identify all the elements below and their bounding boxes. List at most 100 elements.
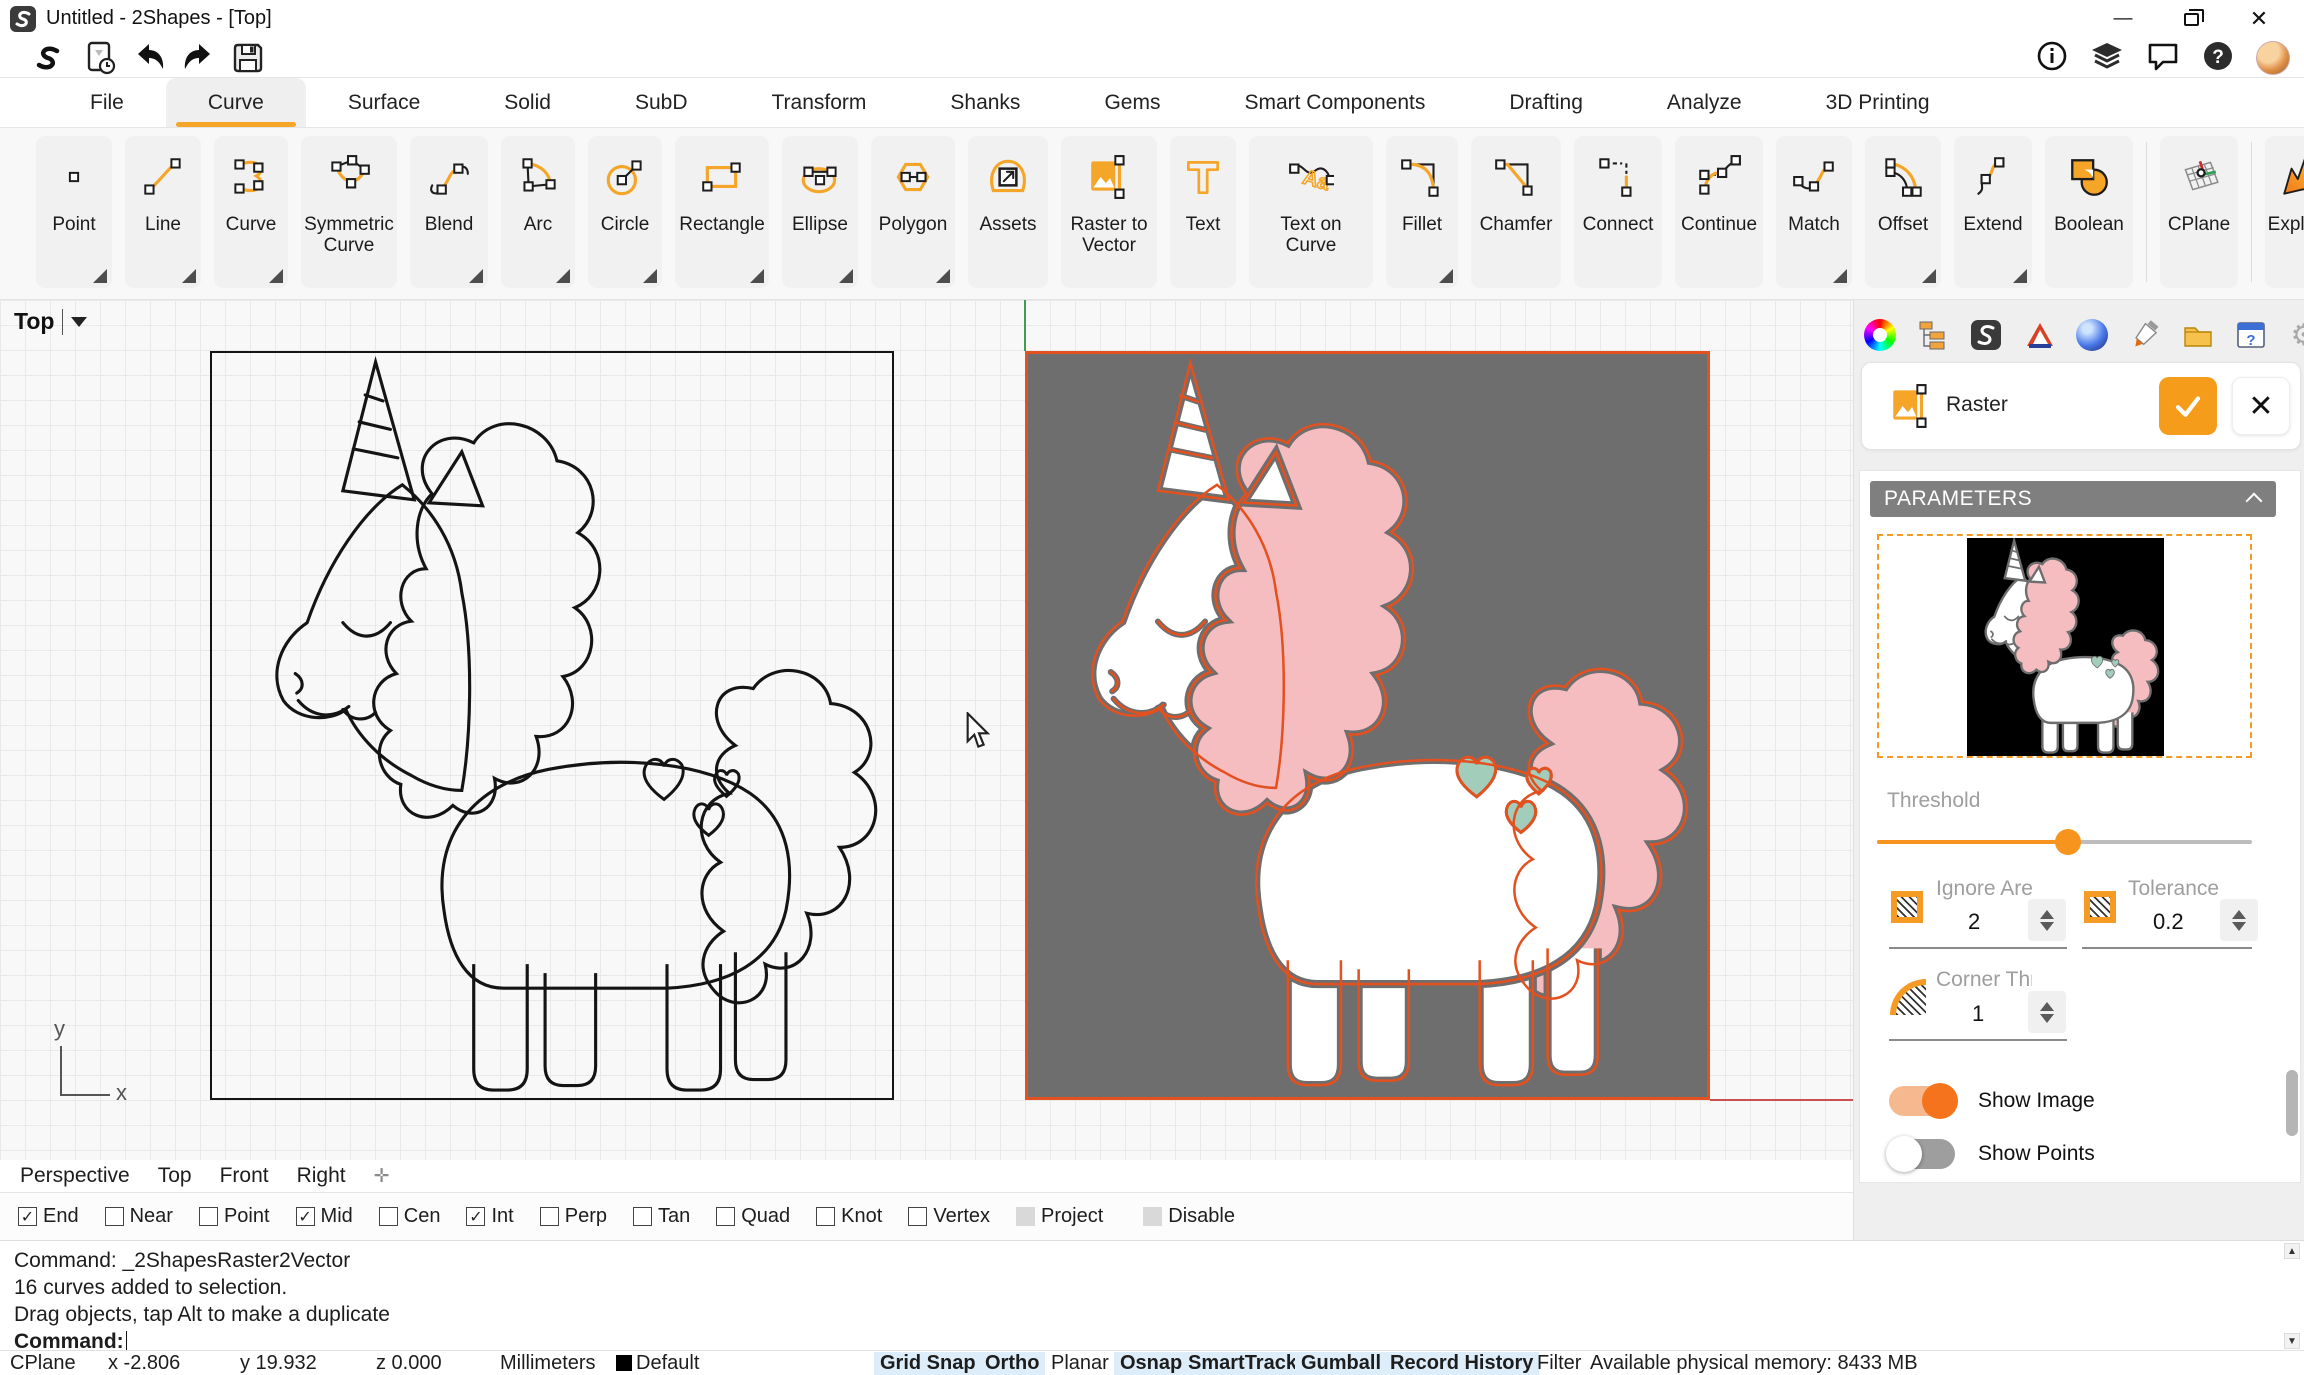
dropdown-corner[interactable] (269, 269, 283, 283)
toggle-knob[interactable] (1922, 1083, 1958, 1119)
checkbox[interactable] (466, 1207, 485, 1226)
tab-smart-components[interactable]: Smart Components (1202, 78, 1467, 127)
tab-solid[interactable]: Solid (462, 78, 593, 127)
redo-button[interactable] (178, 41, 218, 75)
help-tab[interactable]: ? (2233, 317, 2269, 353)
command-history[interactable]: Command: _2ShapesRaster2Vector 16 curves… (0, 1240, 2304, 1350)
checkbox[interactable] (716, 1207, 735, 1226)
explode-button[interactable]: Explode (2265, 136, 2304, 288)
pane-record-history[interactable]: Record History (1384, 1352, 1539, 1375)
raster-image-selected[interactable] (1025, 351, 1710, 1100)
step-down-icon[interactable] (2040, 1014, 2054, 1023)
panel-scrollbar[interactable] (2286, 472, 2298, 1182)
dropdown-corner[interactable] (556, 269, 570, 283)
toggle-knob[interactable] (1886, 1136, 1922, 1172)
point-button[interactable]: Point (36, 136, 112, 288)
image-preview-frame[interactable] (1877, 534, 2252, 758)
osnap-int[interactable]: Int (466, 1205, 513, 1228)
step-up-icon[interactable] (2232, 910, 2246, 919)
threshold-slider-knob[interactable] (2055, 829, 2081, 855)
step-down-icon[interactable] (2040, 922, 2054, 931)
pane-smarttrack[interactable]: SmartTrack (1182, 1352, 1303, 1375)
text-on-curve-button[interactable]: Aa Text on Curve (1249, 136, 1373, 288)
dropdown-corner[interactable] (182, 269, 196, 283)
match-button[interactable]: Match (1776, 136, 1852, 288)
cancel-button[interactable]: ✕ (2232, 377, 2290, 435)
tab-drafting[interactable]: Drafting (1467, 78, 1625, 127)
osnap-mid[interactable]: Mid (296, 1205, 353, 1228)
confirm-button[interactable] (2159, 377, 2217, 435)
undo-button[interactable] (130, 41, 170, 75)
scroll-up-icon[interactable]: ▲ (2284, 1243, 2300, 1259)
curve-button[interactable]: Curve (214, 136, 288, 288)
tab-analyze[interactable]: Analyze (1625, 78, 1784, 127)
checkbox[interactable] (540, 1207, 559, 1226)
ellipse-button[interactable]: Ellipse (782, 136, 858, 288)
extend-button[interactable]: Extend (1954, 136, 2032, 288)
viewport-dropdown-icon[interactable] (71, 317, 87, 327)
tab-shanks[interactable]: Shanks (908, 78, 1062, 127)
dropdown-corner[interactable] (2013, 269, 2027, 283)
status-layer[interactable]: Default (616, 1352, 699, 1375)
blend-button[interactable]: Blend (410, 136, 488, 288)
dropdown-corner[interactable] (750, 269, 764, 283)
checkbox[interactable] (1143, 1207, 1162, 1226)
osnap-knot[interactable]: Knot (816, 1205, 882, 1228)
checkbox[interactable] (199, 1207, 218, 1226)
show-image-toggle[interactable] (1889, 1086, 1955, 1116)
viewport-tab-top[interactable]: Top (158, 1164, 192, 1188)
osnap-point[interactable]: Point (199, 1205, 270, 1228)
raster-to-vector-button[interactable]: Raster to Vector (1061, 136, 1157, 288)
status-units[interactable]: Millimeters (500, 1352, 596, 1375)
continue-button[interactable]: Continue (1675, 136, 1763, 288)
checkbox[interactable] (633, 1207, 652, 1226)
checkbox[interactable] (816, 1207, 835, 1226)
2shapes-tab[interactable] (1968, 317, 2004, 353)
viewport-tab-perspective[interactable]: Perspective (20, 1164, 130, 1188)
save-button[interactable] (228, 41, 268, 75)
step-down-icon[interactable] (2232, 922, 2246, 931)
display-color-tab[interactable] (1862, 317, 1898, 353)
dropdown-corner[interactable] (93, 269, 107, 283)
corner-threshold-stepper[interactable] (2028, 991, 2066, 1033)
show-points-toggle[interactable] (1889, 1139, 1955, 1169)
cplane-button[interactable]: CPlane (2160, 136, 2238, 288)
close-button[interactable]: ✕ (2228, 0, 2290, 38)
pane-ortho[interactable]: Ortho (979, 1352, 1045, 1375)
pane-planar[interactable]: Planar (1045, 1352, 1115, 1375)
panel-settings-gear-icon[interactable]: ⚙ (2286, 317, 2304, 353)
chat-icon[interactable] (2146, 39, 2180, 78)
add-viewport-icon[interactable]: ✛ (374, 1165, 390, 1188)
dropdown-corner[interactable] (936, 269, 950, 283)
ignore-area-value[interactable]: 2 (1968, 909, 1980, 935)
assets-button[interactable]: Assets (968, 136, 1048, 288)
status-cplane[interactable]: CPlane (10, 1352, 76, 1375)
corner-threshold-value[interactable]: 1 (1972, 1001, 1984, 1027)
learn-stack-icon[interactable] (2090, 39, 2124, 78)
tab-file[interactable]: File (48, 78, 166, 127)
files-tab[interactable] (2180, 317, 2216, 353)
pane-gumball[interactable]: Gumball (1295, 1352, 1387, 1375)
materials-tab[interactable] (2074, 317, 2110, 353)
scroll-down-icon[interactable]: ▼ (2284, 1333, 2300, 1349)
osnap-perp[interactable]: Perp (540, 1205, 607, 1228)
scrollbar-thumb[interactable] (2286, 1070, 2298, 1136)
viewport-top[interactable]: Top y x (0, 300, 1853, 1160)
chamfer-button[interactable]: Chamfer (1471, 136, 1561, 288)
rhino-tab[interactable] (2021, 317, 2057, 353)
threshold-slider[interactable] (1877, 829, 2252, 855)
parameters-header[interactable]: PARAMETERS (1870, 481, 2276, 517)
viewport-tab-right[interactable]: Right (297, 1164, 346, 1188)
tab-3d-printing[interactable]: 3D Printing (1784, 78, 1972, 127)
dropdown-corner[interactable] (839, 269, 853, 283)
tab-gems[interactable]: Gems (1062, 78, 1202, 127)
polygon-button[interactable]: Polygon (871, 136, 955, 288)
tab-subd[interactable]: SubD (593, 78, 730, 127)
collapse-chevron-icon[interactable] (2246, 493, 2263, 510)
osnap-cen[interactable]: Cen (379, 1205, 441, 1228)
tab-surface[interactable]: Surface (306, 78, 462, 127)
dropdown-corner[interactable] (1439, 269, 1453, 283)
line-button[interactable]: Line (125, 136, 201, 288)
dropdown-corner[interactable] (643, 269, 657, 283)
checkbox[interactable] (379, 1207, 398, 1226)
